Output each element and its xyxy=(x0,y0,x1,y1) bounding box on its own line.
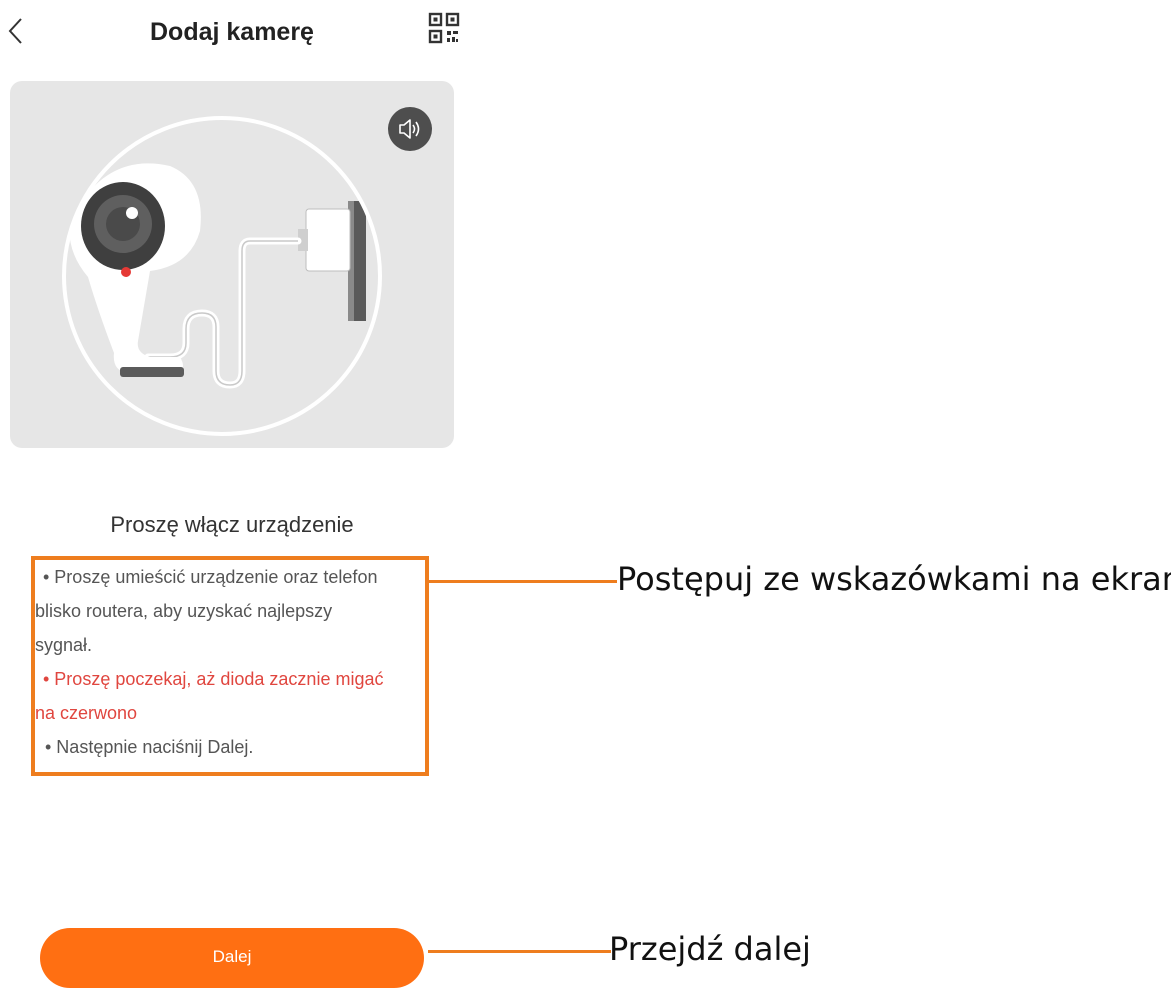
annotation-connector xyxy=(428,950,611,953)
sound-button[interactable] xyxy=(388,107,432,151)
qr-code-icon[interactable] xyxy=(428,12,460,44)
next-button-label: Dalej xyxy=(212,947,252,966)
annotation-tips: Postępuj ze wskazówkami na ekranie xyxy=(617,560,1171,598)
device-illustration xyxy=(10,81,454,448)
chevron-left-icon[interactable] xyxy=(4,16,28,46)
speaker-icon xyxy=(399,119,420,139)
page-title: Dodaj kamerę xyxy=(150,18,314,46)
tip-line-warning: na czerwono xyxy=(35,703,138,723)
tip-line: • Proszę umieścić urządzenie oraz telefo… xyxy=(43,567,378,587)
tip-line: blisko routera, aby uzyskać najlepszy xyxy=(35,601,333,621)
instruction-title: Proszę włącz urządzenie xyxy=(110,512,354,537)
next-button[interactable]: Dalej xyxy=(40,928,424,988)
tips-highlight-box: • Proszę umieścić urządzenie oraz telefo… xyxy=(31,556,429,776)
annotation-connector xyxy=(429,580,617,583)
tip-line: • Następnie naciśnij Dalej. xyxy=(45,737,254,757)
annotation-next: Przejdź dalej xyxy=(609,930,811,968)
tip-line: sygnał. xyxy=(35,635,93,655)
tip-line-warning: • Proszę poczekaj, aż dioda zacznie miga… xyxy=(43,669,384,689)
camera-setup-image xyxy=(62,116,382,436)
